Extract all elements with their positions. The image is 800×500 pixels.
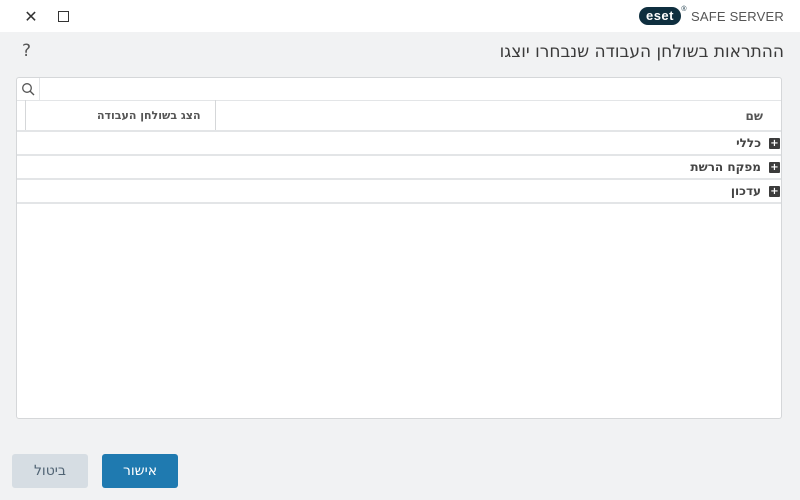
eset-logo-badge: eset ®	[638, 6, 687, 25]
ok-button[interactable]: אישור	[102, 454, 178, 488]
expand-icon[interactable]: +	[769, 186, 780, 197]
notifications-table: הצג בשולחן העבודה שם + כללי + מפקח הרשת …	[16, 77, 782, 419]
group-label: כללי	[736, 136, 761, 150]
maximize-icon	[57, 10, 69, 22]
table-header: הצג בשולחן העבודה שם	[17, 100, 781, 132]
cancel-button[interactable]: ביטול	[12, 454, 88, 488]
help-icon[interactable]: ?	[22, 41, 31, 61]
group-row-network-inspector[interactable]: + מפקח הרשת	[17, 156, 781, 180]
group-label: מפקח הרשת	[690, 160, 761, 174]
column-header-show-on-desktop[interactable]: הצג בשולחן העבודה	[97, 109, 201, 122]
column-divider[interactable]	[25, 100, 26, 130]
expand-icon[interactable]: +	[769, 162, 780, 173]
close-button[interactable]: ✕	[21, 6, 41, 26]
group-row-general[interactable]: + כללי	[17, 132, 781, 156]
title-bar: ✕ eset ® SAFE SERVER	[0, 0, 800, 32]
search-bar	[17, 78, 781, 101]
expand-icon[interactable]: +	[769, 138, 780, 149]
column-divider[interactable]	[215, 100, 216, 130]
product-name: SAFE SERVER	[691, 8, 784, 24]
close-icon: ✕	[24, 6, 38, 26]
eset-logo: eset ® SAFE SERVER	[638, 6, 784, 25]
column-header-name[interactable]: שם	[746, 109, 763, 123]
page-title: ההתראות בשולחן העבודה שנבחרו יוצגו	[499, 42, 784, 62]
group-label: עדכון	[730, 184, 761, 198]
search-icon[interactable]	[17, 78, 40, 100]
maximize-button[interactable]	[53, 6, 73, 26]
group-row-update[interactable]: + עדכון	[17, 180, 781, 204]
search-input[interactable]	[40, 79, 781, 99]
